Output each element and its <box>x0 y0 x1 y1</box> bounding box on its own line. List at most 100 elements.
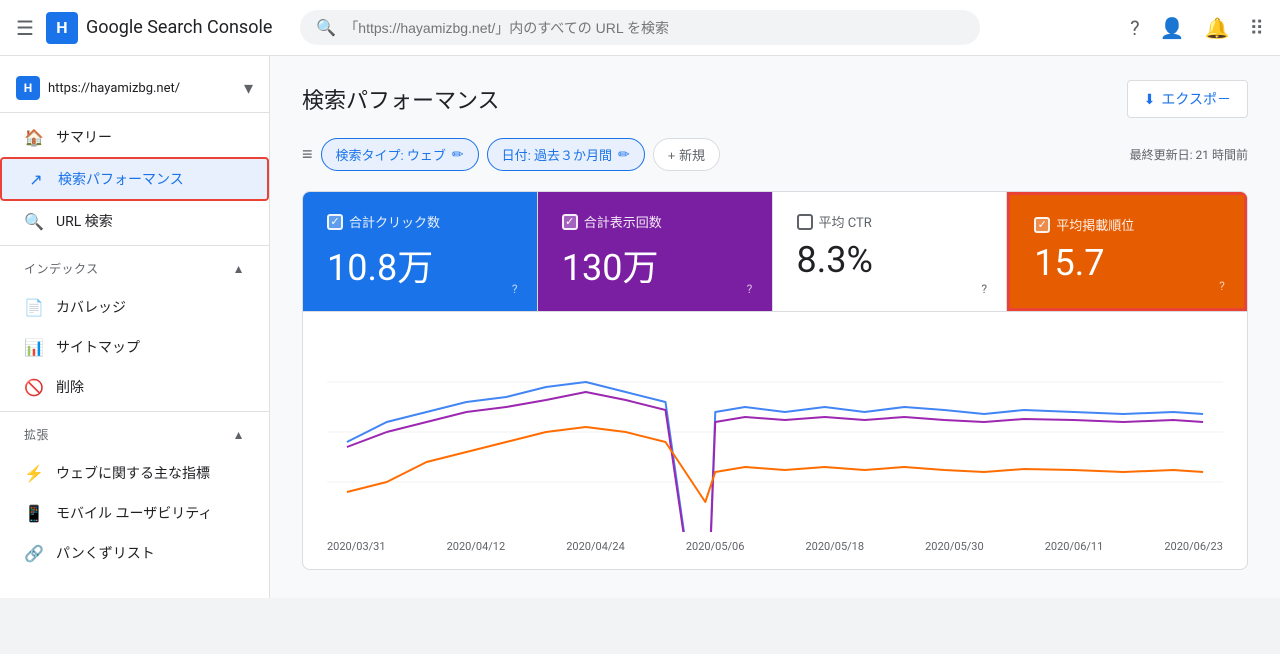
ctr-label: 平均 CTR <box>797 212 983 231</box>
help-icon[interactable]: ? <box>1130 16 1139 40</box>
app-name: Google Search Console <box>86 17 272 38</box>
impressions-value: 130万 <box>562 239 748 291</box>
metric-card-clicks[interactable]: ✓ 合計クリック数 10.8万 ? <box>303 192 538 311</box>
export-icon: ⬇ <box>1144 91 1156 108</box>
metric-card-position[interactable]: ✓ 平均掲載順位 15.7 ? <box>1007 192 1247 311</box>
position-label: ✓ 平均掲載順位 <box>1034 215 1220 234</box>
sidebar-item-breadcrumb-label: パンくずリスト <box>56 543 155 563</box>
performance-chart <box>327 332 1223 532</box>
search-icon: 🔍 <box>316 18 336 37</box>
sidebar-divider-1 <box>0 245 269 246</box>
xaxis-label-1: 2020/04/12 <box>447 540 506 553</box>
ctr-help-icon[interactable]: ? <box>974 279 994 299</box>
main-content: 検索パフォーマンス ⬇ エクスポ－ ≡ 検索タイプ: ウェブ ✏ 日付: 過去３… <box>270 56 1280 598</box>
page-title: 検索パフォーマンス <box>302 83 500 115</box>
ctr-checkbox[interactable] <box>797 214 813 230</box>
clicks-value: 10.8万 <box>327 239 513 291</box>
mobile-icon: 📱 <box>24 504 44 523</box>
sidebar-item-summary-label: サマリー <box>56 127 112 147</box>
metric-card-impressions[interactable]: ✓ 合計表示回数 130万 ? <box>538 192 773 311</box>
home-icon: 🏠 <box>24 128 44 147</box>
ctr-value: 8.3% <box>797 239 983 281</box>
date-label: 日付: 過去３か月間 <box>502 145 612 164</box>
filters-bar: ≡ 検索タイプ: ウェブ ✏ 日付: 過去３か月間 ✏ + 新規 最終更新日: … <box>302 138 1248 171</box>
export-button[interactable]: ⬇ エクスポ－ <box>1127 80 1248 118</box>
impressions-help-icon[interactable]: ? <box>740 279 760 299</box>
xaxis-label-4: 2020/05/18 <box>806 540 865 553</box>
sidebar-item-web-vitals[interactable]: ⚡ ウェブに関する主な指標 <box>0 453 269 493</box>
xaxis-label-5: 2020/05/30 <box>925 540 984 553</box>
apps-icon[interactable]: ⠿ <box>1249 16 1264 40</box>
clicks-label: ✓ 合計クリック数 <box>327 212 513 231</box>
impressions-checkbox[interactable]: ✓ <box>562 214 578 230</box>
new-filter-button[interactable]: + 新規 <box>653 138 720 171</box>
position-value: 15.7 <box>1034 242 1220 284</box>
metrics-row: ✓ 合計クリック数 10.8万 ? ✓ 合計表示回数 130万 ? 平均 CTR <box>302 191 1248 312</box>
sidebar-item-breadcrumbs[interactable]: 🔗 パンくずリスト <box>0 533 269 573</box>
search-bar[interactable]: 🔍 <box>300 10 980 45</box>
breadcrumb-icon: 🔗 <box>24 544 44 563</box>
section-extensions-label: 拡張 <box>24 426 49 443</box>
metric-card-ctr[interactable]: 平均 CTR 8.3% ? <box>773 192 1008 311</box>
url-search-icon: 🔍 <box>24 212 44 231</box>
account-icon[interactable]: 👤 <box>1160 16 1185 40</box>
search-type-edit-icon[interactable]: ✏ <box>452 147 464 163</box>
date-chip[interactable]: 日付: 過去３か月間 ✏ <box>487 138 645 171</box>
main-layout: H https://hayamizbg.net/ ▾ 🏠 サマリー ↗ 検索パフ… <box>0 56 1280 598</box>
position-checkbox[interactable]: ✓ <box>1034 217 1050 233</box>
export-label: エクスポ－ <box>1161 89 1231 109</box>
search-type-label: 検索タイプ: ウェブ <box>336 145 446 164</box>
logo-icon: H <box>46 12 78 44</box>
sidebar-item-remove-label: 削除 <box>56 377 84 397</box>
trend-icon: ↗ <box>26 170 46 189</box>
search-type-chip[interactable]: 検索タイプ: ウェブ ✏ <box>321 138 479 171</box>
impressions-label: ✓ 合計表示回数 <box>562 212 748 231</box>
sidebar: H https://hayamizbg.net/ ▾ 🏠 サマリー ↗ 検索パフ… <box>0 56 270 598</box>
app-logo: H Google Search Console <box>46 12 272 44</box>
clicks-checkbox[interactable]: ✓ <box>327 214 343 230</box>
sidebar-item-mobile-usability[interactable]: 📱 モバイル ユーザビリティ <box>0 493 269 533</box>
chart-xaxis: 2020/03/31 2020/04/12 2020/04/24 2020/05… <box>327 536 1223 553</box>
web-vitals-icon: ⚡ <box>24 464 44 483</box>
position-help-icon[interactable]: ? <box>1212 276 1232 296</box>
property-url: https://hayamizbg.net/ <box>48 81 236 96</box>
chart-area: 2020/03/31 2020/04/12 2020/04/24 2020/05… <box>302 312 1248 570</box>
last-update-text: 最終更新日: 21 時間前 <box>1130 146 1248 163</box>
topbar-actions: ? 👤 🔔 ⠿ <box>1130 16 1264 40</box>
xaxis-label-3: 2020/05/06 <box>686 540 745 553</box>
xaxis-label-2: 2020/04/24 <box>566 540 625 553</box>
sidebar-item-sitemap-label: サイトマップ <box>56 337 140 357</box>
sidebar-item-url-inspection[interactable]: 🔍 URL 検索 <box>0 201 269 241</box>
xaxis-label-0: 2020/03/31 <box>327 540 386 553</box>
sidebar-item-coverage-label: カバレッジ <box>56 297 126 317</box>
search-input[interactable] <box>344 20 964 36</box>
sidebar-item-remove[interactable]: 🚫 削除 <box>0 367 269 407</box>
new-filter-label: + 新規 <box>668 145 705 164</box>
property-icon: H <box>16 76 40 100</box>
filter-icon: ≡ <box>302 144 313 165</box>
sitemap-icon: 📊 <box>24 338 44 357</box>
sidebar-section-index: インデックス ▲ <box>0 250 269 287</box>
sidebar-item-mobile-label: モバイル ユーザビリティ <box>56 503 212 523</box>
section-collapse-icon[interactable]: ▲ <box>233 262 245 276</box>
section-extensions-collapse-icon[interactable]: ▲ <box>233 428 245 442</box>
notification-icon[interactable]: 🔔 <box>1204 16 1229 40</box>
property-selector[interactable]: H https://hayamizbg.net/ ▾ <box>0 64 269 113</box>
sidebar-item-performance-label: 検索パフォーマンス <box>58 169 184 189</box>
menu-icon[interactable]: ☰ <box>16 16 34 40</box>
sidebar-section-extensions: 拡張 ▲ <box>0 416 269 453</box>
clicks-help-icon[interactable]: ? <box>505 279 525 299</box>
coverage-icon: 📄 <box>24 298 44 317</box>
sidebar-item-search-performance[interactable]: ↗ 検索パフォーマンス <box>0 157 269 201</box>
sidebar-item-coverage[interactable]: 📄 カバレッジ <box>0 287 269 327</box>
property-chevron-icon[interactable]: ▾ <box>244 78 253 99</box>
sidebar-item-sitemap[interactable]: 📊 サイトマップ <box>0 327 269 367</box>
xaxis-label-6: 2020/06/11 <box>1045 540 1104 553</box>
xaxis-label-7: 2020/06/23 <box>1164 540 1223 553</box>
sidebar-divider-2 <box>0 411 269 412</box>
date-edit-icon[interactable]: ✏ <box>618 147 630 163</box>
remove-icon: 🚫 <box>24 378 44 397</box>
topbar: ☰ H Google Search Console 🔍 ? 👤 🔔 ⠿ <box>0 0 1280 56</box>
section-index-label: インデックス <box>24 260 99 277</box>
sidebar-item-summary[interactable]: 🏠 サマリー <box>0 117 269 157</box>
